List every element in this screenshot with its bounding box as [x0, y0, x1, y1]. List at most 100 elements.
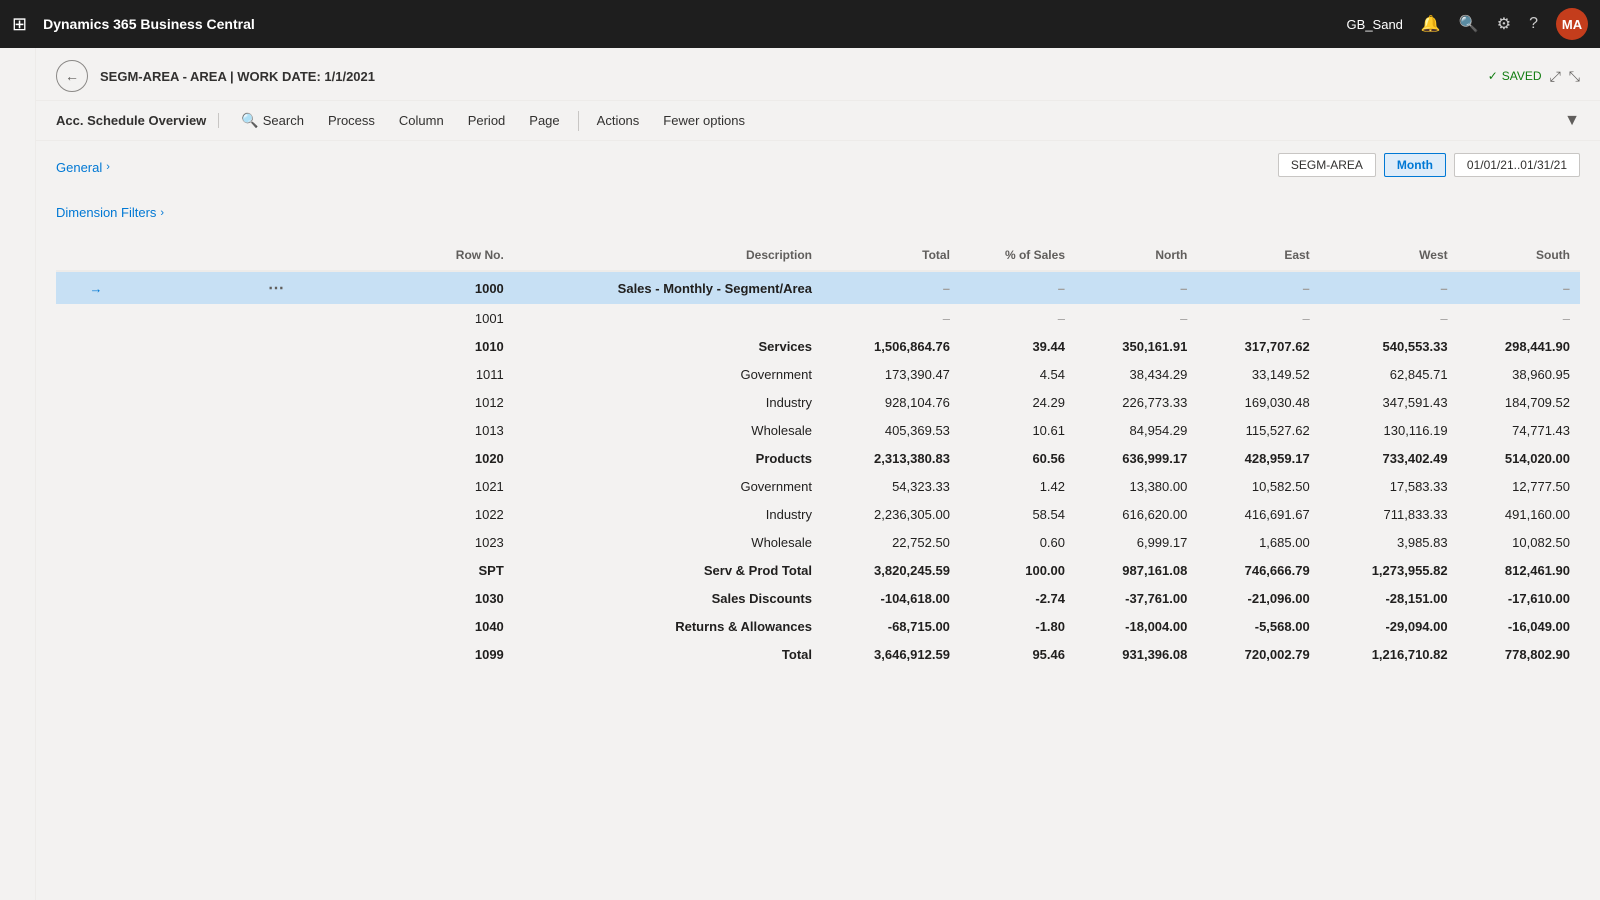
general-label: General [56, 160, 102, 175]
dash-value: – [1302, 311, 1309, 326]
dimension-filters-header[interactable]: Dimension Filters › [56, 205, 1580, 220]
cell-row-no: 1040 [416, 613, 514, 641]
cell-east: 10,582.50 [1197, 473, 1319, 501]
cell-description [514, 305, 822, 333]
cell-description: Government [514, 473, 822, 501]
process-button[interactable]: Process [318, 108, 385, 133]
cell-east: 720,002.79 [1197, 641, 1319, 669]
table-row[interactable]: 1013Wholesale405,369.5310.6184,954.29115… [56, 417, 1580, 445]
row-arrow-cell [56, 473, 136, 501]
cell-pct-sales: 4.54 [960, 361, 1075, 389]
table-row[interactable]: 1030Sales Discounts-104,618.00-2.74-37,7… [56, 585, 1580, 613]
row-arrow-icon: → [90, 281, 103, 296]
cell-north: 6,999.17 [1075, 529, 1197, 557]
actions-button[interactable]: Actions [587, 108, 650, 133]
col-total: Total [822, 240, 960, 271]
page-button[interactable]: Page [519, 108, 569, 133]
table-row[interactable]: 1040Returns & Allowances-68,715.00-1.80-… [56, 613, 1580, 641]
period-button[interactable]: Period [458, 108, 516, 133]
app-title: Dynamics 365 Business Central [43, 16, 1330, 32]
cell-east: -21,096.00 [1197, 585, 1319, 613]
segm-area-filter[interactable]: SEGM-AREA [1278, 153, 1376, 177]
table-row[interactable]: 1011Government173,390.474.5438,434.2933,… [56, 361, 1580, 389]
fewer-options-button[interactable]: Fewer options [653, 108, 755, 133]
table-row[interactable]: 1099Total3,646,912.5995.46931,396.08720,… [56, 641, 1580, 669]
cell-description: Wholesale [514, 417, 822, 445]
main-content: ← SEGM-AREA - AREA | WORK DATE: 1/1/2021… [36, 48, 1600, 900]
dash-value: – [1440, 311, 1447, 326]
dash-value: – [1563, 311, 1570, 326]
cell-south: 74,771.43 [1458, 417, 1580, 445]
row-dots-cell [136, 585, 416, 613]
cell-west: 733,402.49 [1320, 445, 1458, 473]
cell-description: Sales - Monthly - Segment/Area [514, 271, 822, 305]
month-filter[interactable]: Month [1384, 153, 1446, 177]
left-sidebar [0, 48, 36, 900]
search-label: Search [263, 113, 304, 128]
table-row[interactable]: SPTServ & Prod Total3,820,245.59100.0098… [56, 557, 1580, 585]
row-dots-cell: ⋯ [136, 271, 416, 305]
back-button[interactable]: ← [56, 60, 88, 92]
dimension-filters: Dimension Filters › [56, 205, 1580, 220]
cell-north: 84,954.29 [1075, 417, 1197, 445]
page-header-actions: ✓ SAVED ⤢ ⤡ [1488, 68, 1580, 85]
row-arrow-cell [56, 417, 136, 445]
cell-description: Products [514, 445, 822, 473]
cell-total: -104,618.00 [822, 585, 960, 613]
date-range-filter[interactable]: 01/01/21..01/31/21 [1454, 153, 1580, 177]
dash-value: – [943, 281, 950, 296]
cell-east: 746,666.79 [1197, 557, 1319, 585]
table-row[interactable]: 1021Government54,323.331.4213,380.0010,5… [56, 473, 1580, 501]
user-avatar[interactable]: MA [1556, 8, 1588, 40]
collapse-icon[interactable]: ⤡ [1569, 68, 1580, 85]
table-row[interactable]: →⋯1000Sales - Monthly - Segment/Area––––… [56, 271, 1580, 305]
cell-west: 3,985.83 [1320, 529, 1458, 557]
table-row[interactable]: 1010Services1,506,864.7639.44350,161.913… [56, 333, 1580, 361]
help-icon[interactable]: ? [1529, 15, 1538, 33]
cell-west: -29,094.00 [1320, 613, 1458, 641]
dash-value: – [1440, 281, 1447, 296]
cell-north: 931,396.08 [1075, 641, 1197, 669]
search-button[interactable]: 🔍 Search [231, 107, 314, 134]
dash-value: – [1058, 311, 1065, 326]
col-south: South [1458, 240, 1580, 271]
col-east: East [1197, 240, 1319, 271]
table-row[interactable]: 1023Wholesale22,752.500.606,999.171,685.… [56, 529, 1580, 557]
topbar: ⊞ Dynamics 365 Business Central GB_Sand … [0, 0, 1600, 48]
cell-row-no: 1012 [416, 389, 514, 417]
cell-south: 778,802.90 [1458, 641, 1580, 669]
cell-east: – [1197, 271, 1319, 305]
cell-total: 22,752.50 [822, 529, 960, 557]
table-row[interactable]: 1022Industry2,236,305.0058.54616,620.004… [56, 501, 1580, 529]
row-menu-icon[interactable]: ⋯ [268, 280, 284, 297]
general-section-header[interactable]: General › [56, 160, 110, 175]
column-button[interactable]: Column [389, 108, 454, 133]
table-row[interactable]: 1001–––––– [56, 305, 1580, 333]
cell-north: 987,161.08 [1075, 557, 1197, 585]
settings-icon[interactable]: ⚙ [1497, 14, 1511, 34]
cell-south: -17,610.00 [1458, 585, 1580, 613]
filter-icon[interactable]: ▼ [1564, 112, 1580, 130]
cell-description: Government [514, 361, 822, 389]
expand-icon[interactable]: ⤢ [1550, 68, 1561, 85]
cell-south: 38,960.95 [1458, 361, 1580, 389]
cell-pct-sales: 0.60 [960, 529, 1075, 557]
cell-north: – [1075, 271, 1197, 305]
notification-icon[interactable]: 🔔 [1421, 14, 1441, 34]
row-dots-cell [136, 361, 416, 389]
global-search-icon[interactable]: 🔍 [1459, 14, 1479, 34]
row-dots-cell [136, 445, 416, 473]
table-row[interactable]: 1020Products2,313,380.8360.56636,999.174… [56, 445, 1580, 473]
row-arrow-cell [56, 641, 136, 669]
col-dots [136, 240, 416, 271]
main-layout: ← SEGM-AREA - AREA | WORK DATE: 1/1/2021… [0, 48, 1600, 900]
fewer-options-label: Fewer options [663, 113, 745, 128]
row-dots-cell [136, 417, 416, 445]
table-row[interactable]: 1012Industry928,104.7624.29226,773.33169… [56, 389, 1580, 417]
waffle-icon[interactable]: ⊞ [12, 14, 27, 35]
cell-south: 12,777.50 [1458, 473, 1580, 501]
data-table: Row No. Description Total % of Sales Nor… [56, 240, 1580, 669]
table-header: Row No. Description Total % of Sales Nor… [56, 240, 1580, 271]
cell-description: Services [514, 333, 822, 361]
table-body: →⋯1000Sales - Monthly - Segment/Area––––… [56, 271, 1580, 669]
